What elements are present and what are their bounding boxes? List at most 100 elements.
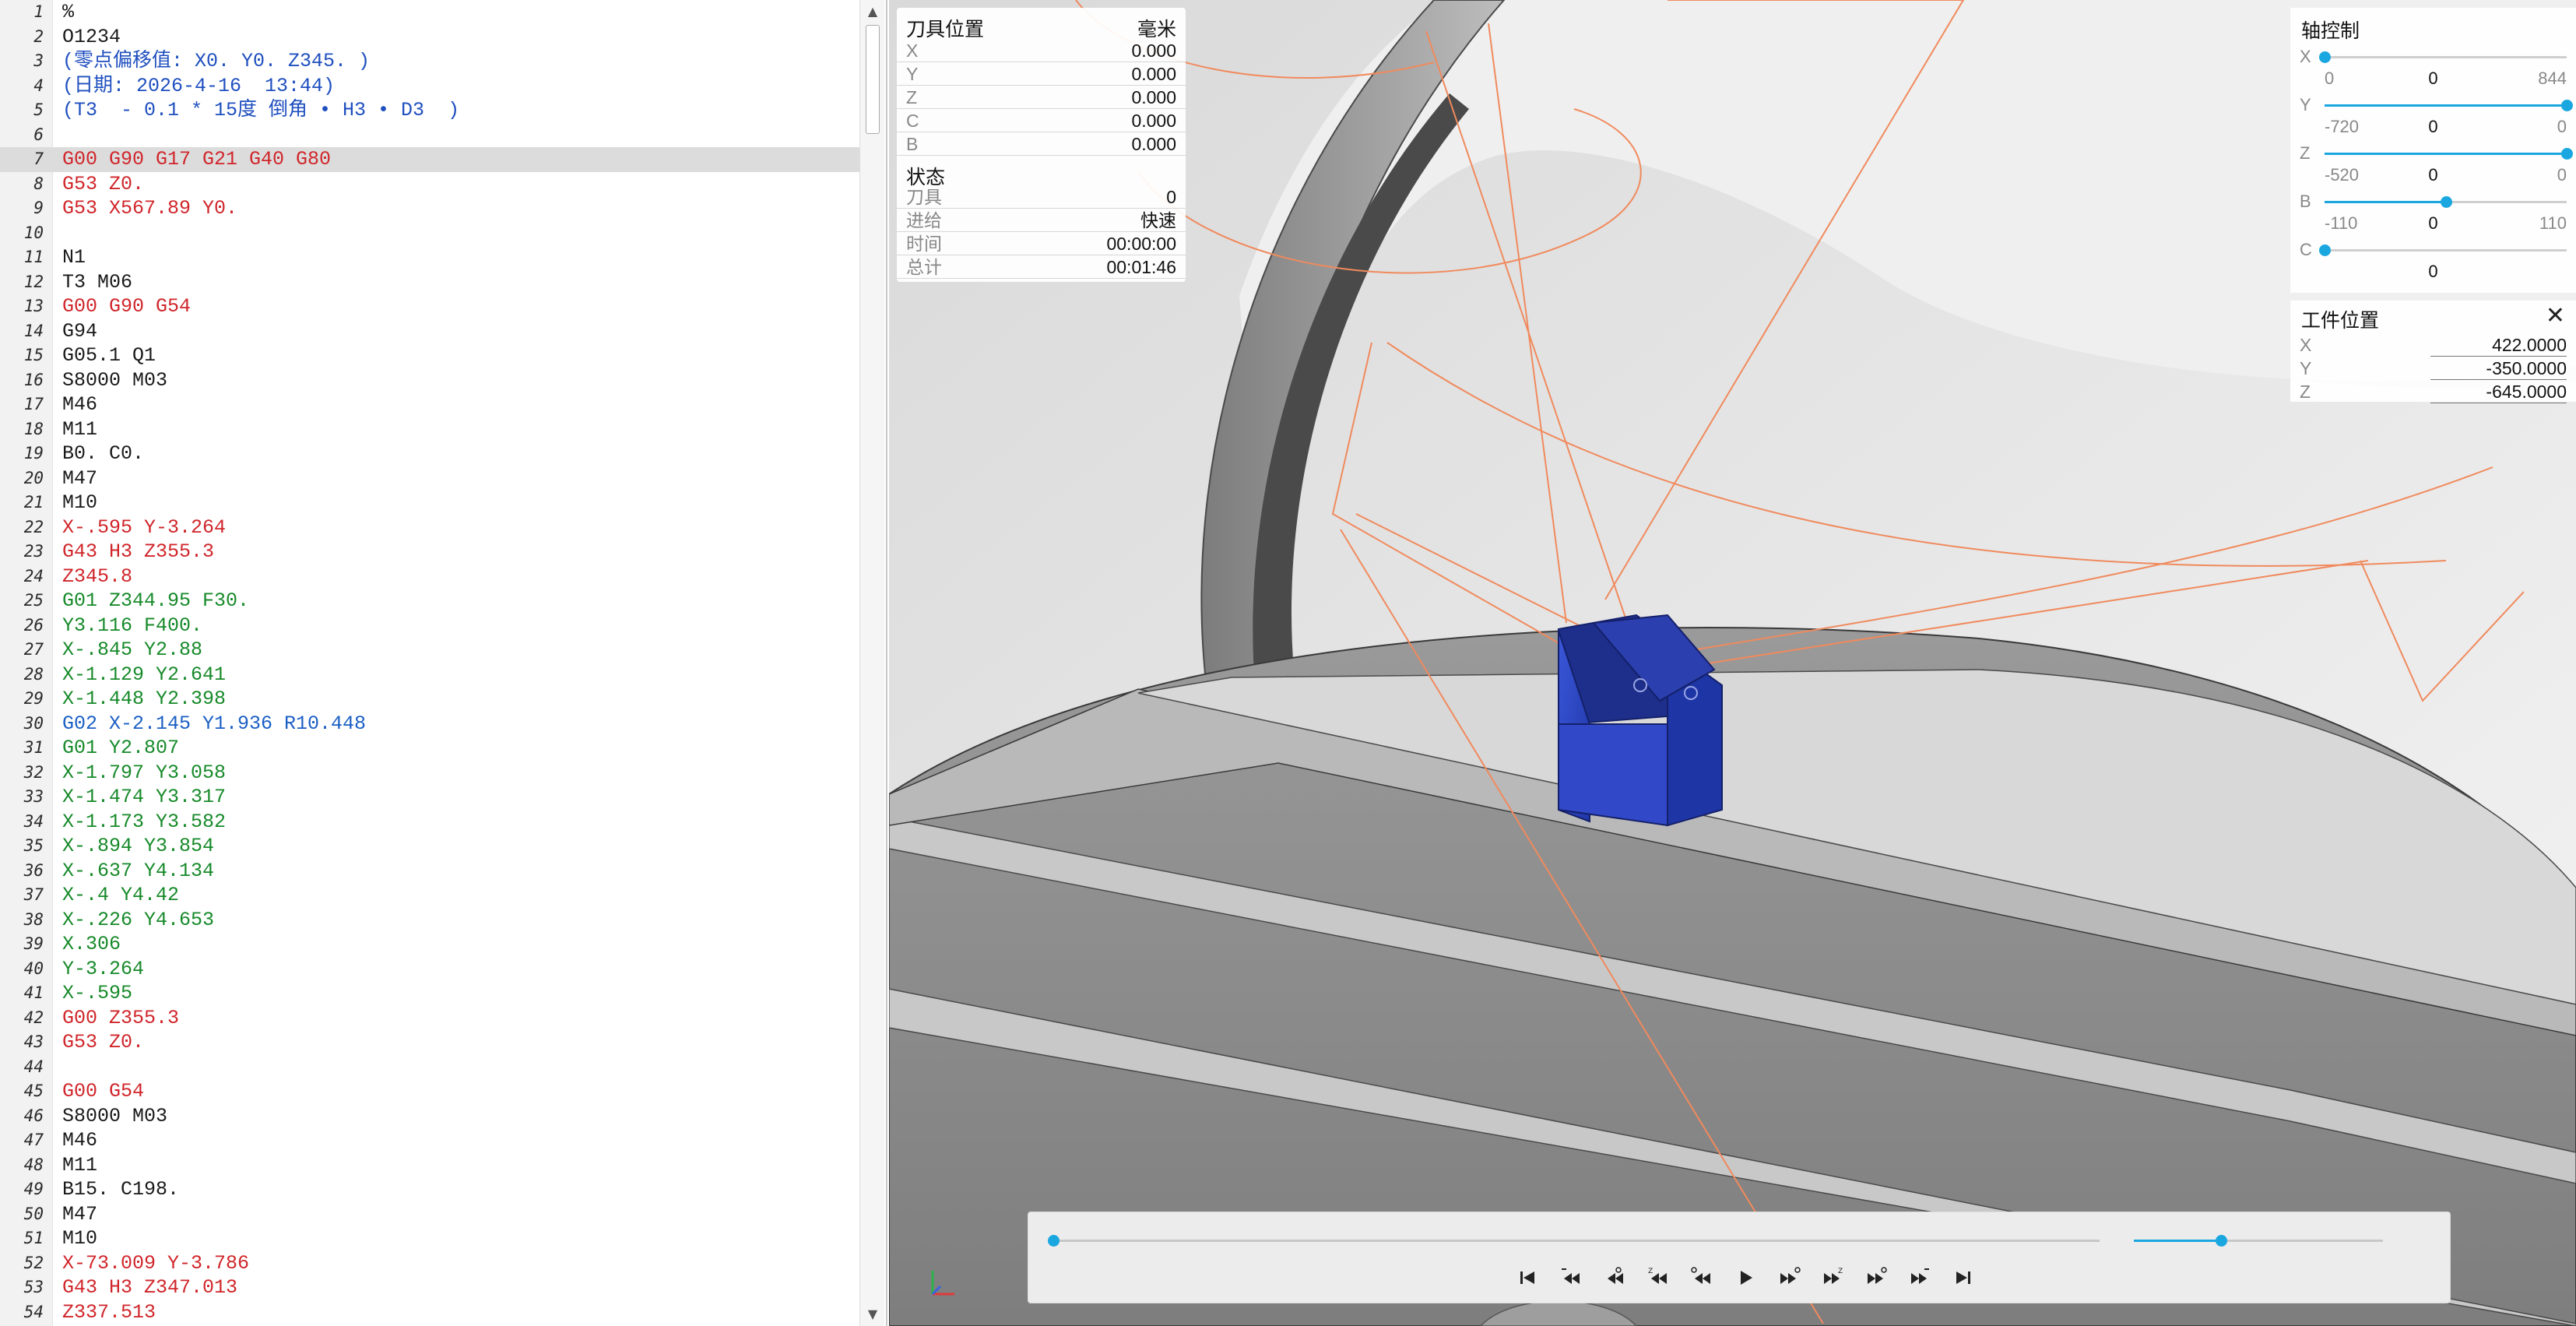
code-line[interactable]: 35 X-.894 Y3.854 bbox=[0, 834, 859, 859]
code-lines[interactable]: 1% 2 O1234 3 (零点偏移值: X0. Y0. Z345. ) 4 (日期: 20… bbox=[0, 0, 859, 1326]
line-number: 44 bbox=[23, 1057, 44, 1076]
gcode-editor[interactable]: 1% 2 O1234 3 (零点偏移值: X0. Y0. Z345. ) 4 (日期: 20… bbox=[0, 0, 887, 1326]
axis-knob[interactable] bbox=[2561, 148, 2573, 160]
code-line[interactable]: 3 (零点偏移值: X0. Y0. Z345. ) bbox=[0, 49, 859, 74]
code-line[interactable]: 6 bbox=[0, 123, 859, 148]
code-line[interactable]: 52 X-73.009 Y-3.786 bbox=[0, 1251, 859, 1276]
axis-track[interactable] bbox=[2325, 56, 2567, 58]
code-line[interactable]: 9 G53 X567.89 Y0. bbox=[0, 196, 859, 221]
code-line[interactable]: 25 G01 Z344.95 F30. bbox=[0, 589, 859, 614]
code-line[interactable]: 54 Z337.513 bbox=[0, 1300, 859, 1325]
work-axis-value[interactable]: -645.0000 bbox=[2486, 380, 2567, 403]
code-line[interactable]: 12 T3 M06 bbox=[0, 270, 859, 295]
code-line[interactable]: 26 Y3.116 F400. bbox=[0, 614, 859, 638]
code-line[interactable]: 4 (日期: 2026-4-16 13:44) bbox=[0, 74, 859, 99]
code-line[interactable]: 24 Z345.8 bbox=[0, 565, 859, 589]
step-back-z-button[interactable]: Z bbox=[1642, 1261, 1675, 1295]
progress-slider[interactable] bbox=[1053, 1240, 2100, 1242]
step-forward-point-button[interactable] bbox=[1860, 1261, 1892, 1295]
axis-slider-b[interactable]: B -110 0 110 bbox=[2290, 190, 2576, 238]
code-line[interactable]: 45 G00 G54 bbox=[0, 1079, 859, 1104]
code-line[interactable]: 14 G94 bbox=[0, 319, 859, 344]
code-line[interactable]: 49 B15. C198. bbox=[0, 1177, 859, 1202]
code-line[interactable]: 17 M46 bbox=[0, 392, 859, 417]
step-back-tool-button[interactable] bbox=[1555, 1261, 1587, 1295]
simulation-viewport[interactable]: 刀具位置 毫米 X 0.000 Y 0.000 Z 0.000 C 0.000 B 0.000 状… bbox=[889, 0, 2576, 1326]
code-line[interactable]: 43 G53 Z0. bbox=[0, 1030, 859, 1055]
skip-to-start-button[interactable] bbox=[1511, 1261, 1544, 1295]
step-forward-origin-button[interactable] bbox=[1773, 1261, 1805, 1295]
code-line[interactable]: 31 G01 Y2.807 bbox=[0, 736, 859, 761]
code-line[interactable]: 13 G00 G90 G54 bbox=[0, 294, 859, 319]
editor-vertical-scrollbar[interactable]: ▲ ▼ bbox=[859, 0, 884, 1326]
code-line[interactable]: 30 G02 X-2.145 Y1.936 R10.448 bbox=[0, 712, 859, 737]
axis-track[interactable] bbox=[2325, 249, 2567, 251]
axis-knob[interactable] bbox=[2319, 51, 2331, 63]
step-back-origin-button[interactable] bbox=[1685, 1261, 1718, 1295]
step-back-point-button[interactable] bbox=[1598, 1261, 1631, 1295]
code-line[interactable]: 28 X-1.129 Y2.641 bbox=[0, 663, 859, 688]
code-line[interactable]: 42 G00 Z355.3 bbox=[0, 1006, 859, 1031]
code-line[interactable]: 16 S8000 M03 bbox=[0, 368, 859, 393]
code-line[interactable]: 7 G00 G90 G17 G21 G40 G80 bbox=[0, 147, 859, 172]
speed-slider-knob[interactable] bbox=[2216, 1235, 2227, 1247]
code-line[interactable]: 22 X-.595 Y-3.264 bbox=[0, 515, 859, 540]
code-line[interactable]: 41 X-.595 bbox=[0, 981, 859, 1006]
code-line[interactable]: 51 M10 bbox=[0, 1226, 859, 1251]
code-line[interactable]: 11 N1 bbox=[0, 245, 859, 270]
axis-slider-c[interactable]: C0 bbox=[2290, 238, 2576, 287]
code-line[interactable]: 18 M11 bbox=[0, 417, 859, 442]
axis-slider-y[interactable]: Y -720 0 0 bbox=[2290, 93, 2576, 142]
code-line[interactable]: 39 X.306 bbox=[0, 932, 859, 957]
code-line[interactable]: 2 O1234 bbox=[0, 25, 859, 50]
axis-slider-z[interactable]: Z -520 0 0 bbox=[2290, 142, 2576, 190]
code-line[interactable]: 20 M47 bbox=[0, 466, 859, 491]
status-row: 总计 00:01:46 bbox=[897, 255, 1186, 279]
code-line[interactable]: 29 X-1.448 Y2.398 bbox=[0, 687, 859, 712]
code-line[interactable]: 21 M10 bbox=[0, 491, 859, 515]
scroll-down-icon[interactable]: ▼ bbox=[860, 1304, 885, 1324]
code-line[interactable]: 38 X-.226 Y4.653 bbox=[0, 908, 859, 933]
code-line[interactable]: 32 X-1.797 Y3.058 bbox=[0, 761, 859, 786]
code-line[interactable]: 46 S8000 M03 bbox=[0, 1104, 859, 1129]
code-line[interactable]: 15 G05.1 Q1 bbox=[0, 343, 859, 368]
code-line[interactable]: 34 X-1.173 Y3.582 bbox=[0, 810, 859, 835]
code-line[interactable]: 1% bbox=[0, 0, 859, 25]
step-forward-tool-button[interactable] bbox=[1903, 1261, 1936, 1295]
code-line[interactable]: 37 X-.4 Y4.42 bbox=[0, 883, 859, 908]
work-axis-value[interactable]: -350.0000 bbox=[2486, 357, 2567, 380]
code-line[interactable]: 10 bbox=[0, 221, 859, 246]
code-line[interactable]: 40 Y-3.264 bbox=[0, 957, 859, 982]
svg-text:Z: Z bbox=[1648, 1268, 1653, 1275]
work-position-panel: 工件位置 ✕ X 422.0000 Y -350.0000 Z -645.0000 bbox=[2290, 301, 2576, 403]
code-line[interactable]: 36 X-.637 Y4.134 bbox=[0, 859, 859, 884]
line-number: 9 bbox=[33, 199, 44, 217]
code-line[interactable]: 23 G43 H3 Z355.3 bbox=[0, 540, 859, 565]
axis-knob[interactable] bbox=[2561, 100, 2573, 111]
line-number: 42 bbox=[23, 1008, 44, 1027]
axis-knob[interactable] bbox=[2319, 244, 2331, 256]
code-line[interactable]: 50 M47 bbox=[0, 1202, 859, 1227]
axis-slider-x[interactable]: X 0 0 844 bbox=[2290, 45, 2576, 93]
code-line[interactable]: 19 B0. C0. bbox=[0, 441, 859, 466]
step-forward-z-button[interactable]: Z bbox=[1816, 1261, 1849, 1295]
scroll-up-icon[interactable]: ▲ bbox=[860, 2, 885, 22]
code-line[interactable]: 33 X-1.474 Y3.317 bbox=[0, 785, 859, 810]
code-line[interactable]: 44 bbox=[0, 1055, 859, 1080]
work-axis-value[interactable]: 422.0000 bbox=[2492, 333, 2567, 357]
code-line[interactable]: 47 M46 bbox=[0, 1128, 859, 1153]
progress-slider-knob[interactable] bbox=[1048, 1235, 1060, 1247]
code-line[interactable]: 8 G53 Z0. bbox=[0, 172, 859, 197]
skip-to-end-button[interactable] bbox=[1947, 1261, 1980, 1295]
scrollbar-thumb[interactable] bbox=[866, 25, 880, 134]
axis-control-panel: 轴控制 X 0 0 844 Y -720 0 0 Z -520 0 0 B -110 0 110 C 0 bbox=[2290, 8, 2576, 293]
axis-knob[interactable] bbox=[2441, 196, 2452, 208]
close-icon[interactable]: ✕ bbox=[2546, 302, 2565, 329]
code-line[interactable]: 27 X-.845 Y2.88 bbox=[0, 638, 859, 663]
code-line[interactable]: 48 M11 bbox=[0, 1153, 859, 1178]
code-text: M46 bbox=[62, 393, 98, 416]
play-button[interactable] bbox=[1729, 1261, 1762, 1295]
line-number: 53 bbox=[23, 1278, 44, 1296]
code-line[interactable]: 5 (T3 - 0.1 * 15度 倒角 • H3 • D3 ) bbox=[0, 98, 859, 123]
code-line[interactable]: 53 G43 H3 Z347.013 bbox=[0, 1275, 859, 1300]
